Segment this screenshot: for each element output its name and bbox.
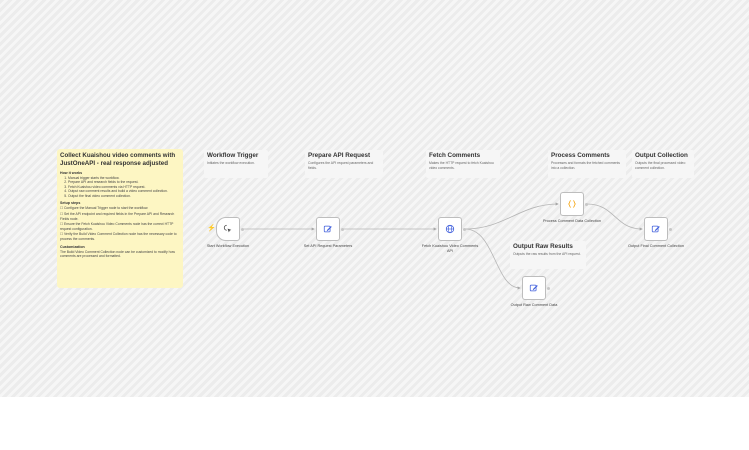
output-port[interactable]	[585, 203, 588, 206]
output-port[interactable]	[241, 228, 244, 231]
code-braces-icon	[567, 200, 577, 208]
sticky-title: Output Collection	[635, 152, 688, 159]
node-process-comments[interactable]	[560, 192, 584, 216]
sticky-description: Configures the API request parameters an…	[308, 161, 374, 170]
setup-step-text: Configure the Manual Trigger node to sta…	[63, 206, 149, 211]
connection-fetch-to-process	[464, 202, 559, 230]
node-output-raw[interactable]	[522, 276, 546, 300]
cursor-click-icon	[223, 224, 232, 233]
node-label: Output Final Comment Collection	[628, 244, 684, 248]
sticky-output-raw-results[interactable]: Output Raw Results Outputs the raw resul…	[510, 241, 586, 269]
sticky-workflow-trigger[interactable]: Workflow Trigger Initiates the workflow …	[204, 150, 268, 178]
sticky-title: Process Comments	[551, 152, 610, 159]
sticky-title: Output Raw Results	[513, 243, 573, 250]
node-start-workflow[interactable]	[216, 217, 240, 241]
edit-icon	[651, 225, 660, 233]
sticky-process-comments[interactable]: Process Comments Processes and formats t…	[548, 150, 626, 178]
sticky-description: Outputs the final processed video commen…	[635, 161, 686, 170]
customization-heading: Customization	[60, 244, 85, 249]
setup-step-text: Set the API endpoint and required fields…	[60, 212, 175, 221]
node-label: Start Workflow Execution	[206, 244, 250, 248]
sticky-title: Fetch Comments	[429, 152, 481, 159]
output-port[interactable]	[341, 228, 344, 231]
node-label: Set API Request Parameters	[303, 244, 353, 248]
node-set-api-params[interactable]	[316, 217, 340, 241]
node-label: Output Raw Comment Data	[510, 303, 558, 307]
sticky-title: Prepare API Request	[308, 152, 371, 159]
sticky-description: Processes and formats the fetched commen…	[551, 161, 620, 170]
node-output-final[interactable]	[644, 217, 668, 241]
output-port[interactable]	[463, 228, 466, 231]
setup-step-text: Ensure the Fetch Kuaishou Video Comments…	[60, 222, 174, 231]
sticky-description: Makes the HTTP request to fetch Kuaishou…	[429, 161, 494, 170]
how-step: Output the final video comment collectio…	[68, 194, 180, 199]
output-port[interactable]	[669, 228, 672, 231]
setup-step-text: Verify the Build Video Comment Collectio…	[60, 232, 177, 242]
sticky-output-collection[interactable]: Output Collection Outputs the final proc…	[632, 150, 694, 178]
setup-steps-heading: Setup steps	[60, 201, 81, 206]
setup-step: ☐ Verify the Build Video Comment Collect…	[60, 232, 177, 242]
node-label: Fetch Kuaishou Video Comments API	[421, 244, 479, 253]
sticky-fetch-comments[interactable]: Fetch Comments Makes the HTTP request to…	[426, 150, 500, 178]
sticky-note-overview[interactable]: Collect Kuaishou video comments with Jus…	[57, 149, 183, 288]
node-label: Process Comment Data Collection	[542, 219, 602, 223]
workflow-canvas[interactable]: Collect Kuaishou video comments with Jus…	[0, 0, 749, 397]
sticky-description: Outputs the raw results from the API req…	[513, 252, 581, 257]
how-steps-list: Manual trigger starts the workflow. Prep…	[60, 176, 180, 199]
sticky-description: Initiates the workflow execution.	[207, 161, 255, 166]
sticky-prepare-api-request[interactable]: Prepare API Request Configures the API r…	[305, 150, 383, 178]
sticky-title: Workflow Trigger	[207, 152, 259, 159]
setup-step: ☐ Configure the Manual Trigger node to s…	[60, 206, 149, 211]
globe-icon	[445, 224, 455, 234]
edit-icon	[529, 284, 538, 292]
customization-text: The Build Video Comment Collection node …	[60, 249, 175, 259]
setup-step: ☐ Ensure the Fetch Kuaishou Video Commen…	[60, 222, 174, 231]
trigger-bolt-icon: ⚡	[207, 225, 216, 232]
notes-title: Collect Kuaishou video comments with Jus…	[60, 152, 176, 167]
how-it-works-heading: How it works	[60, 170, 83, 175]
output-port[interactable]	[547, 287, 550, 290]
connection-process-to-final	[586, 203, 643, 231]
setup-step: ☐ Set the API endpoint and required fiel…	[60, 212, 175, 221]
edit-icon	[323, 225, 332, 233]
node-fetch-comments[interactable]	[438, 217, 462, 241]
